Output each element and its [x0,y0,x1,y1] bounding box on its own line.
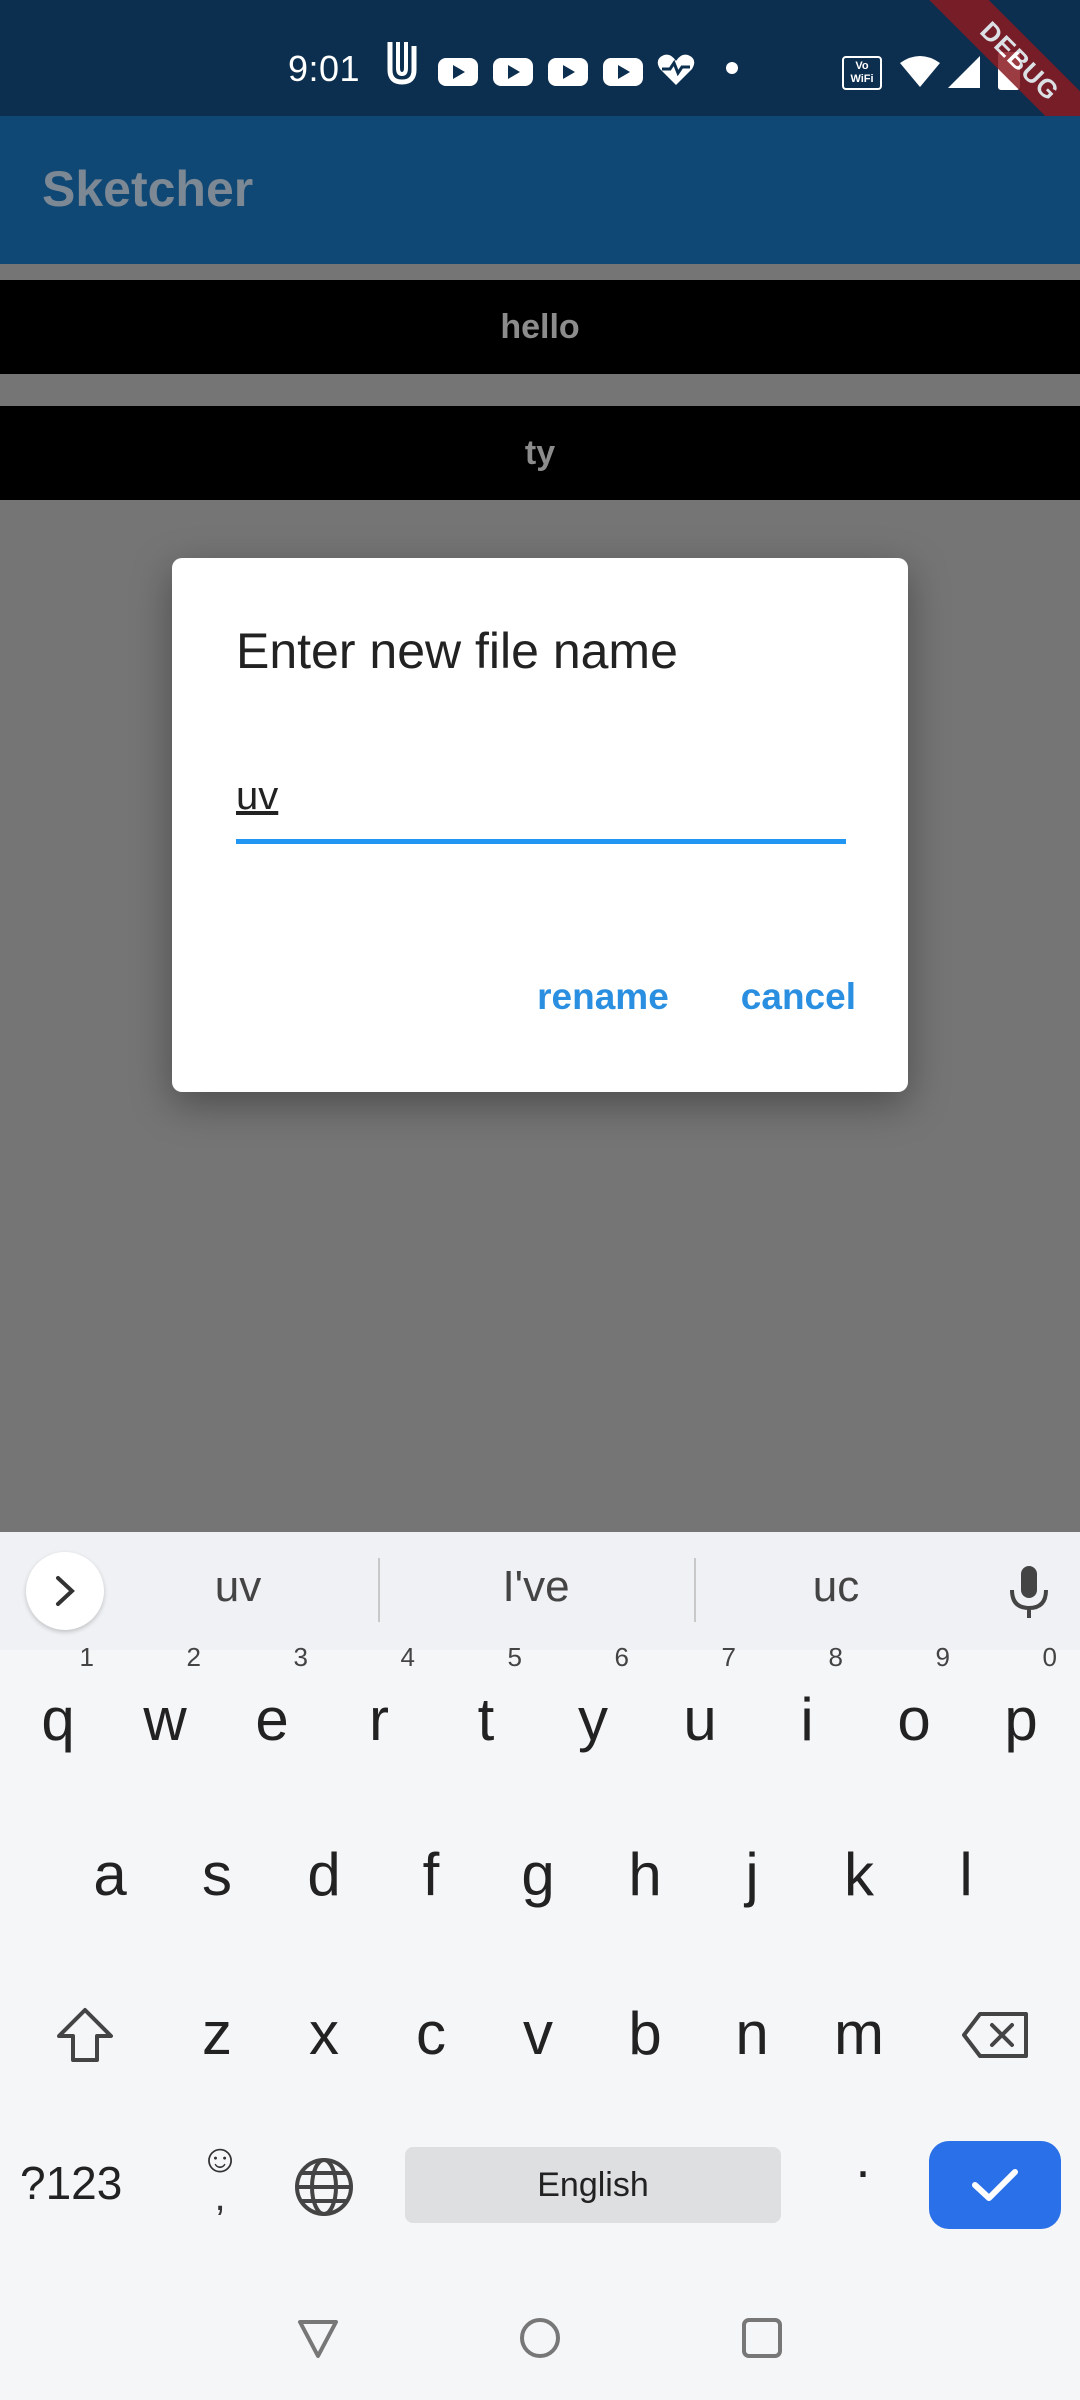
key-r[interactable]: r4 [329,1644,429,1780]
key-v[interactable]: v [488,1974,588,2094]
file-list-item[interactable]: hello [0,280,1080,374]
shift-key[interactable] [30,1980,140,2090]
key-e[interactable]: e3 [222,1644,322,1780]
key-i[interactable]: i8 [757,1644,857,1780]
backspace-icon [962,2012,1028,2058]
file-list-item[interactable]: ty [0,406,1080,500]
suggestion-item[interactable]: uc [736,1562,936,1612]
expand-toolbar-button[interactable] [26,1552,104,1630]
back-nav-icon[interactable] [294,2314,342,2362]
app-notification-icon [382,42,422,85]
vowifi-icon: Vo WiFi [842,56,882,90]
suggestion-item[interactable]: uv [138,1562,338,1612]
recents-nav-icon[interactable] [738,2314,786,2362]
more-notifications-icon [726,62,738,74]
key-x[interactable]: x [274,1974,374,2094]
cancel-button[interactable]: cancel [741,976,856,1018]
key-j[interactable]: j [702,1815,802,1935]
status-time: 9:01 [288,48,361,89]
period-key[interactable]: . [838,2128,888,2190]
key-h[interactable]: h [595,1815,695,1935]
space-key[interactable]: English [405,2147,781,2223]
emoji-comma-key[interactable]: ☺ , [198,2137,242,2230]
key-m[interactable]: m [809,1974,909,2094]
app-title: Sketcher [42,161,254,217]
key-b[interactable]: b [595,1974,695,2094]
symbols-key[interactable]: ?123 [20,2156,122,2210]
comma-label: , [214,2175,226,2219]
key-u[interactable]: u7 [650,1644,750,1780]
key-o[interactable]: o9 [864,1644,964,1780]
key-p[interactable]: p0 [971,1644,1071,1780]
microphone-icon[interactable] [1004,1564,1054,1620]
checkmark-icon [972,2169,1018,2201]
suggestion-item[interactable]: I've [436,1562,636,1612]
key-t[interactable]: t5 [436,1644,536,1780]
key-w[interactable]: w2 [115,1644,215,1780]
key-c[interactable]: c [381,1974,481,2094]
key-l[interactable]: l [916,1815,1016,1935]
key-a[interactable]: a [60,1815,160,1935]
file-name-input[interactable] [236,768,846,819]
key-f[interactable]: f [381,1815,481,1935]
key-z[interactable]: z [167,1974,267,2094]
health-notification-icon [656,52,696,88]
shift-icon [57,2008,113,2062]
key-y[interactable]: y6 [543,1644,643,1780]
key-g[interactable]: g [488,1815,588,1935]
youtube-notification-icon [438,58,478,86]
file-name-field[interactable] [236,768,846,844]
emoji-icon: ☺ [199,2137,241,2181]
suggestion-bar: uv I've uc [0,1532,1080,1650]
key-q[interactable]: q1 [8,1644,108,1780]
suggestion-divider [378,1558,380,1622]
youtube-notification-icon [548,58,588,86]
key-s[interactable]: s [167,1815,267,1935]
youtube-notification-icon [603,58,643,86]
backspace-key[interactable] [940,1980,1050,2090]
navigation-bar [0,2278,1080,2400]
dialog-title: Enter new file name [236,623,678,679]
home-nav-icon[interactable] [516,2314,564,2362]
globe-icon[interactable] [292,2155,356,2219]
dialog-actions: rename cancel [537,976,856,1018]
key-n[interactable]: n [702,1974,802,2094]
key-d[interactable]: d [274,1815,374,1935]
youtube-notification-icon [493,58,533,86]
rename-button[interactable]: rename [537,976,669,1018]
app-bar: Sketcher [0,116,1080,264]
enter-key[interactable] [929,2141,1061,2229]
chevron-right-icon [56,1576,75,1606]
key-k[interactable]: k [809,1815,909,1935]
rename-dialog: Enter new file name rename cancel [172,558,908,1092]
suggestion-divider [694,1558,696,1622]
